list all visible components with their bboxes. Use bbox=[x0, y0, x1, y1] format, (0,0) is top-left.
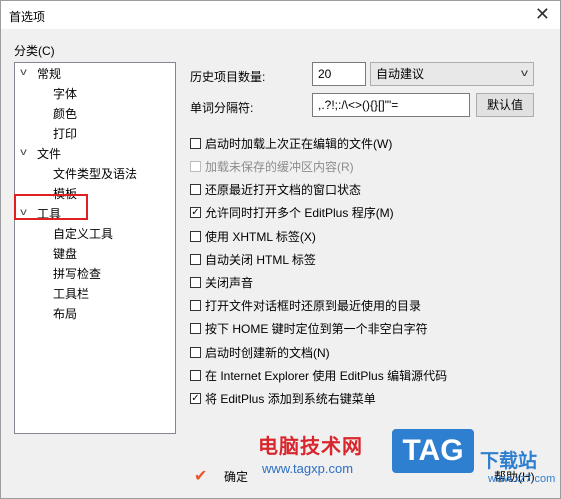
checkbox-checked[interactable]: ✓ bbox=[190, 207, 201, 218]
close-icon[interactable]: ✕ bbox=[535, 4, 550, 24]
category-label: 分类(C) bbox=[14, 44, 55, 58]
tree-item-file[interactable]: 文件 bbox=[37, 146, 61, 162]
option-label: 在 Internet Explorer 使用 EditPlus 编辑源代码 bbox=[205, 369, 448, 383]
option-label: 打开文件对话框时还原到最近使用的目录 bbox=[205, 299, 422, 313]
tree-item-general[interactable]: 常规 bbox=[37, 66, 61, 82]
title-bar: 首选项 ✕ bbox=[1, 1, 560, 29]
watermark-site-name: 电脑技术网 bbox=[258, 436, 363, 458]
option-label: 加载未保存的缓冲区内容(R) bbox=[205, 160, 354, 174]
window-title: 首选项 bbox=[9, 10, 46, 24]
tree-item-spell-check[interactable]: 拼写检查 bbox=[53, 266, 101, 282]
checkbox[interactable] bbox=[190, 231, 201, 242]
tree-item-file-types[interactable]: 文件类型及语法 bbox=[53, 166, 137, 182]
autocomplete-select-value: 自动建议 bbox=[376, 67, 425, 81]
option-label: 还原最近打开文档的窗口状态 bbox=[205, 183, 362, 197]
chevron-down-icon: v bbox=[521, 68, 528, 79]
ok-check-icon: ✔ bbox=[194, 468, 208, 485]
default-button[interactable]: 默认值 bbox=[476, 93, 534, 117]
tree-item-user-tools[interactable]: 自定义工具 bbox=[53, 226, 113, 242]
chevron-down-icon[interactable]: v bbox=[20, 67, 27, 78]
watermark-url-2: www.xz7.com bbox=[488, 473, 556, 485]
ok-button[interactable]: 确定 bbox=[224, 468, 248, 485]
checkbox[interactable] bbox=[190, 323, 201, 334]
checkbox[interactable] bbox=[190, 347, 201, 358]
option-label: 使用 XHTML 标签(X) bbox=[205, 230, 316, 244]
tree-item-font[interactable]: 字体 bbox=[53, 86, 77, 102]
checkbox[interactable] bbox=[190, 254, 201, 265]
tree-item-print[interactable]: 打印 bbox=[53, 126, 77, 142]
watermark-download: 下载站 bbox=[480, 451, 538, 472]
autocomplete-select[interactable]: 自动建议 v bbox=[370, 62, 534, 86]
tree-item-color[interactable]: 颜色 bbox=[53, 106, 77, 122]
highlight-annotation bbox=[14, 194, 88, 220]
checkbox[interactable] bbox=[190, 277, 201, 288]
option-label: 将 EditPlus 添加到系统右键菜单 bbox=[205, 392, 376, 406]
checkbox[interactable] bbox=[190, 370, 201, 381]
checkbox bbox=[190, 161, 201, 172]
option-label: 启动时加载上次正在编辑的文件(W) bbox=[205, 137, 393, 151]
option-label: 关闭声音 bbox=[205, 276, 254, 290]
history-count-input[interactable]: 20 bbox=[312, 62, 366, 86]
tree-item-layout[interactable]: 布局 bbox=[53, 306, 77, 322]
checkbox[interactable] bbox=[190, 138, 201, 149]
option-label: 启动时创建新的文档(N) bbox=[205, 346, 330, 360]
checkbox-checked[interactable]: ✓ bbox=[190, 393, 201, 404]
word-separator-label: 单词分隔符: bbox=[190, 101, 254, 115]
history-count-label: 历史项目数量: bbox=[190, 70, 266, 84]
tree-item-toolbar[interactable]: 工具栏 bbox=[53, 286, 89, 302]
checkbox[interactable] bbox=[190, 184, 201, 195]
watermark-url: www.tagxp.com bbox=[262, 461, 354, 476]
chevron-down-icon[interactable]: v bbox=[20, 147, 27, 158]
option-label: 允许同时打开多个 EditPlus 程序(M) bbox=[205, 206, 394, 220]
watermark-tag-logo: TAG bbox=[392, 429, 474, 473]
tree-item-keyboard[interactable]: 键盘 bbox=[53, 246, 77, 262]
option-label: 自动关闭 HTML 标签 bbox=[205, 253, 316, 267]
checkbox[interactable] bbox=[190, 300, 201, 311]
word-separator-input[interactable]: ,.?!;:/\<>(){}[]"'= bbox=[312, 93, 470, 117]
option-label: 按下 HOME 键时定位到第一个非空白字符 bbox=[205, 322, 428, 336]
category-tree[interactable]: v 常规 字体 颜色 打印 v 文件 文件类型及语法 模板 v 工具 自定义工具… bbox=[14, 62, 176, 434]
